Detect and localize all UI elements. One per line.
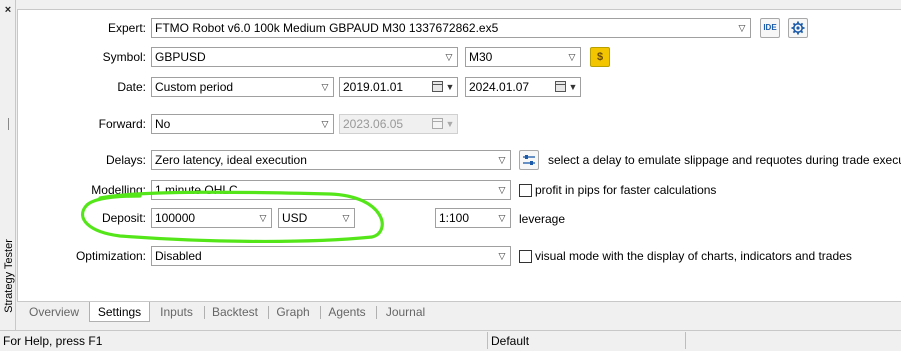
tab-settings[interactable]: Settings [89, 302, 150, 322]
tab-graph[interactable]: Graph [270, 302, 316, 322]
status-divider [685, 332, 686, 349]
status-help-text: For Help, press F1 [3, 334, 103, 348]
status-profile: Default [491, 334, 530, 348]
tab-overview[interactable]: Overview [22, 302, 86, 322]
tab-divider [376, 306, 377, 319]
tab-divider [204, 306, 205, 319]
tab-divider [268, 306, 269, 319]
status-divider [487, 332, 488, 349]
tab-agents[interactable]: Agents [322, 302, 372, 322]
status-bar [0, 330, 901, 350]
tab-divider [320, 306, 321, 319]
highlight-annotation [80, 190, 384, 244]
tab-backtest[interactable]: Backtest [206, 302, 264, 322]
tab-inputs[interactable]: Inputs [153, 302, 200, 322]
tab-journal[interactable]: Journal [378, 302, 433, 322]
